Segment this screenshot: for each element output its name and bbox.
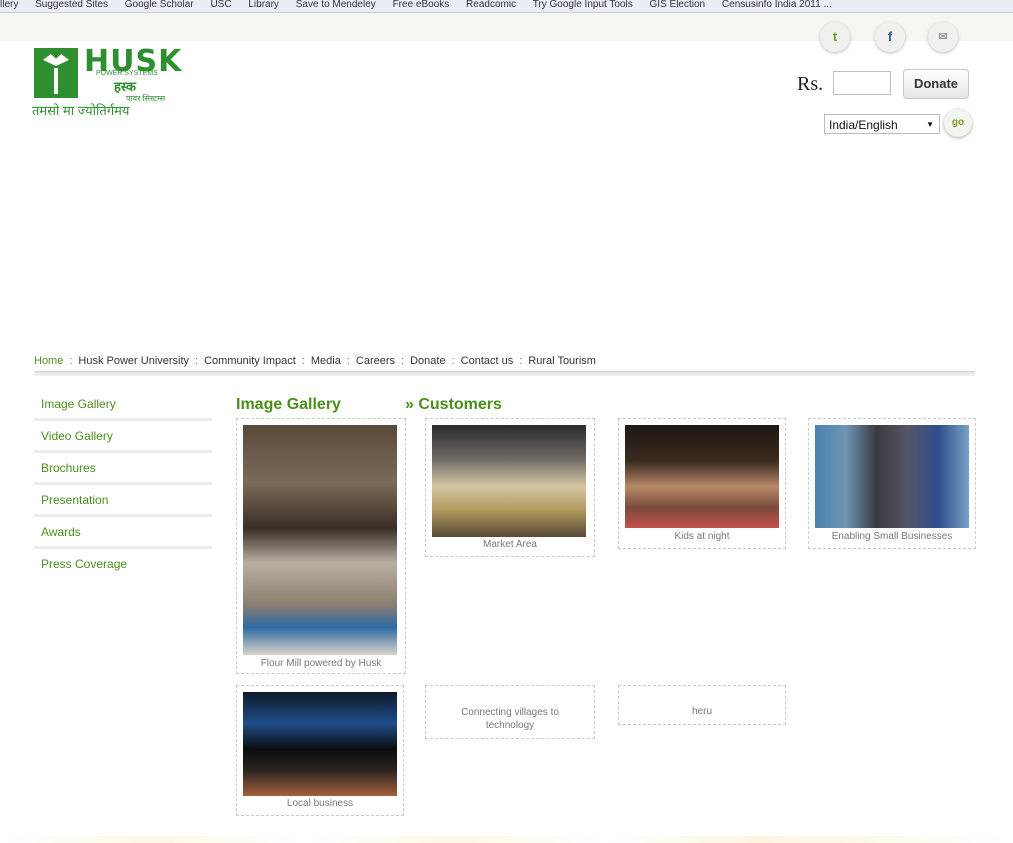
facebook-icon[interactable]: f [875,22,905,52]
gallery-caption: Kids at night [674,531,730,542]
gallery-photo[interactable] [625,425,779,528]
bookmark-item[interactable]: Free eBooks [393,0,450,10]
currency-label: Rs. [797,73,824,95]
gallery-caption: Enabling Small Businesses [831,531,953,542]
logo-tagline: तमसो मा ज्योतिर्गमय [32,103,130,118]
nav-media[interactable]: Media [311,355,341,367]
sidebar-item-video-gallery[interactable]: Video Gallery [34,424,212,453]
nav-husk-power-university[interactable]: Husk Power University [78,355,189,367]
bookmark-item[interactable]: Save to Mendeley [296,0,376,10]
nav-community-impact[interactable]: Community Impact [204,355,296,367]
donate-button[interactable]: Donate [903,69,969,99]
logo-hindi-subtitle: पावर सिस्टम्स [126,94,166,103]
bookmark-item[interactable]: llery [0,0,18,10]
gallery-photo[interactable] [243,425,397,655]
sidebar-item-press-coverage[interactable]: Press Coverage [34,552,212,578]
language-selected-value: India/English [829,118,898,132]
footer-strip [0,836,1013,843]
sidebar-item-brochures[interactable]: Brochures [34,456,212,485]
nav-separator: : [451,355,455,367]
nav-separator: : [195,355,199,367]
gallery-card[interactable]: Connecting villages to technology [425,685,595,739]
go-button[interactable]: go [944,109,972,137]
gallery-caption: Market Area [483,539,537,550]
nav-rural-tourism[interactable]: Rural Tourism [528,355,596,367]
gallery-photo[interactable] [815,425,969,528]
section-title: » Customers [405,396,502,413]
gallery-photo[interactable] [432,425,586,537]
page-title: Image Gallery [236,396,341,413]
gallery-card[interactable]: Enabling Small Businesses [808,418,976,549]
nav-divider [34,371,975,376]
nav-home[interactable]: Home [34,355,63,367]
logo-subtitle: POWER SYSTEMS [96,70,158,77]
bookmarks-bar: llery Suggested Sites Google Scholar USC… [0,0,1013,13]
main-nav: Home: Husk Power University: Community Imp… [34,355,596,367]
gallery-caption: Flour Mill powered by Husk [260,658,382,669]
gallery-caption: Local business [286,798,354,809]
gallery-card[interactable]: Market Area [425,418,595,557]
gallery-card[interactable]: Kids at night [618,418,786,549]
nav-separator: : [301,355,305,367]
site-logo[interactable]: HUSK POWER SYSTEMS हस्क पावर सिस्टम्स तम… [32,44,204,118]
sidebar-item-image-gallery[interactable]: Image Gallery [34,392,212,421]
bookmark-item[interactable]: Censusinfo India 2011 ... [722,0,832,10]
donation-amount-input[interactable] [833,71,891,95]
husk-leaf-icon [34,48,78,98]
nav-contact-us[interactable]: Contact us [461,355,514,367]
nav-separator: : [519,355,523,367]
sidebar: Image Gallery Video Gallery Brochures Pr… [34,392,212,581]
bookmark-item[interactable]: USC [210,0,231,10]
nav-separator: : [346,355,350,367]
nav-careers[interactable]: Careers [356,355,395,367]
gallery-card[interactable]: Local business [236,685,404,816]
header-strip [0,13,1013,41]
language-select[interactable]: India/English ▼ [824,114,940,134]
gallery-card[interactable]: Flour Mill powered by Husk [236,418,406,674]
nav-separator: : [401,355,405,367]
bookmark-item[interactable]: Library [248,0,279,10]
bookmark-item[interactable]: Readcomic [466,0,516,10]
gallery-card[interactable]: heru [618,685,786,725]
gallery-caption: heru [691,706,712,717]
bookmark-item[interactable]: Google Scholar [125,0,194,10]
sidebar-item-presentation[interactable]: Presentation [34,488,212,517]
bookmark-item[interactable]: Suggested Sites [35,0,108,10]
bookmark-item[interactable]: Try Google Input Tools [533,0,633,10]
twitter-icon[interactable]: t [820,22,850,52]
mail-icon[interactable]: ✉ [928,22,958,52]
nav-donate[interactable]: Donate [410,355,445,367]
dropdown-arrow-icon: ▼ [926,120,934,129]
nav-separator: : [69,355,73,367]
gallery-photo[interactable] [243,692,397,796]
gallery-caption: Connecting villages to technology [461,707,559,731]
bookmark-item[interactable]: GIS Election [650,0,706,10]
sidebar-item-awards[interactable]: Awards [34,520,212,549]
